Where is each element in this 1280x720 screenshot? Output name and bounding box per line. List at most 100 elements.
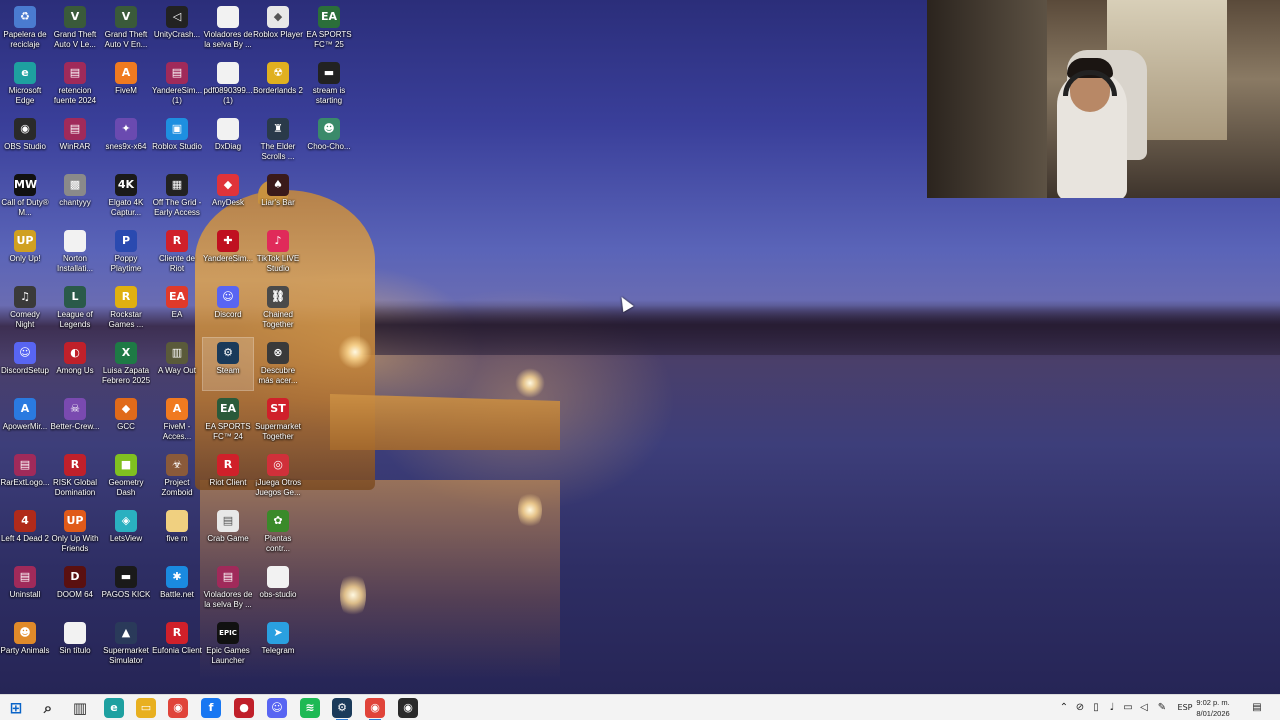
desktop-shortcut[interactable]: R Eufonia Client — [152, 618, 202, 670]
spotify-icon[interactable]: ≋ — [300, 698, 320, 718]
microphone-icon[interactable]: ♩ — [1106, 699, 1118, 717]
desktop-shortcut[interactable]: ◁ UnityCrash... — [152, 2, 202, 54]
edge-icon[interactable]: e — [104, 698, 124, 718]
desktop-shortcut[interactable]: D DOOM 64 — [50, 562, 100, 614]
desktop-shortcut[interactable]: A ApowerMir... — [0, 394, 50, 446]
desktop-shortcut[interactable]: ✱ Battle.net — [152, 562, 202, 614]
desktop-shortcut[interactable]: L League of Legends — [50, 282, 100, 334]
desktop-shortcut[interactable]: ST Supermarket Together — [253, 394, 303, 446]
desktop-shortcut[interactable]: X Luisa Zapata Febrero 2025 — [101, 338, 151, 390]
desktop-shortcut[interactable]: ◉ OBS Studio — [0, 114, 50, 166]
desktop-shortcut[interactable]: ☠ Better-Crew... — [50, 394, 100, 446]
search-icon[interactable]: ⌕ — [38, 698, 58, 718]
speaker-icon[interactable]: ◁ — [1138, 699, 1150, 717]
desktop-shortcut[interactable]: Sin título — [50, 618, 100, 670]
discord-icon[interactable]: ☺ — [267, 698, 287, 718]
desktop-shortcut[interactable]: ▤ YandereSim... (1) — [152, 58, 202, 110]
desktop-shortcut[interactable]: ■ Geometry Dash — [101, 450, 151, 502]
desktop-shortcut[interactable]: ➤ Telegram — [253, 618, 303, 670]
desktop-shortcut[interactable]: ☢ Borderlands 2 — [253, 58, 303, 110]
desktop-shortcut[interactable]: ▤ Uninstall — [0, 562, 50, 614]
desktop-shortcut[interactable]: ☺ Discord — [203, 282, 253, 334]
steam-icon[interactable]: ⚙ — [332, 698, 352, 720]
desktop-shortcut[interactable]: ▤ Violadores de la selva By ... — [203, 562, 253, 614]
desktop-shortcut[interactable]: ◆ AnyDesk — [203, 170, 253, 222]
desktop-shortcut[interactable]: ⛓ Chained Together — [253, 282, 303, 334]
desktop-shortcut[interactable]: Norton Installati... — [50, 226, 100, 278]
desktop-shortcut[interactable]: ▤ WinRAR — [50, 114, 100, 166]
desktop-shortcut[interactable]: ✚ YandereSim... — [203, 226, 253, 278]
desktop-shortcut[interactable]: UP Only Up! — [0, 226, 50, 278]
desktop-shortcut[interactable]: ▩ chantyyy — [50, 170, 100, 222]
yandere-icon: ✚ — [217, 230, 239, 252]
desktop-shortcut[interactable]: V Grand Theft Auto V Le... — [50, 2, 100, 54]
desktop-shortcut[interactable]: ☣ Project Zomboid — [152, 450, 202, 502]
desktop-shortcut[interactable]: 4 Left 4 Dead 2 — [0, 506, 50, 558]
desktop-shortcut[interactable]: R Rockstar Games ... — [101, 282, 151, 334]
desktop-shortcut[interactable]: pdf0890399... (1) — [203, 58, 253, 110]
file-explorer-icon[interactable]: ▭ — [136, 698, 156, 718]
desktop-shortcut[interactable]: V Grand Theft Auto V En... — [101, 2, 151, 54]
usb-icon[interactable]: ▯ — [1090, 699, 1102, 717]
desktop-shortcut[interactable]: EPIC Epic Games Launcher — [203, 618, 253, 670]
network-icon[interactable]: ⊘ — [1074, 699, 1086, 717]
desktop-shortcut[interactable]: ☺ DiscordSetup — [0, 338, 50, 390]
desktop-shortcut[interactable]: five m — [152, 506, 202, 558]
desktop-shortcut[interactable]: e Microsoft Edge — [0, 58, 50, 110]
desktop-shortcut[interactable]: P Poppy Playtime — [101, 226, 151, 278]
desktop-shortcut[interactable]: ▦ Off The Grid - Early Access — [152, 170, 202, 222]
desktop-shortcut-label: Plantas contr... — [264, 534, 292, 553]
desktop-shortcut[interactable]: ◐ Among Us — [50, 338, 100, 390]
desktop-shortcut[interactable]: MW Call of Duty® M... — [0, 170, 50, 222]
desktop-shortcut[interactable]: DxDiag — [203, 114, 253, 166]
chrome-icon[interactable]: ◉ — [365, 698, 385, 720]
desktop-shortcut[interactable]: ♻ Papelera de reciclaje — [0, 2, 50, 54]
desktop-shortcut[interactable]: UP Only Up With Friends — [50, 506, 100, 558]
desktop-shortcut[interactable]: ▣ Roblox Studio — [152, 114, 202, 166]
desktop-shortcut[interactable]: ◈ LetsView — [101, 506, 151, 558]
desktop-shortcut[interactable]: ♜ The Elder Scrolls ... — [253, 114, 303, 166]
pen-icon[interactable]: ✎ — [1156, 699, 1168, 717]
desktop-shortcut[interactable]: ▤ Crab Game — [203, 506, 253, 558]
desktop-shortcut[interactable]: ◎ ¡Juega Otros Juegos Ge... — [253, 450, 303, 502]
desktop-shortcut-label: Comedy Night — [10, 310, 40, 329]
desktop-shortcut[interactable]: ⊗ Descubre más acer... — [253, 338, 303, 390]
desktop-shortcut[interactable]: EA EA SPORTS FC™ 25 — [304, 2, 354, 54]
desktop-shortcut[interactable]: R Riot Client — [203, 450, 253, 502]
desktop-shortcut[interactable]: EA EA — [152, 282, 202, 334]
desktop-shortcut[interactable]: ♪ TikTok LIVE Studio — [253, 226, 303, 278]
desktop-shortcut[interactable]: R RISK Global Domination — [50, 450, 100, 502]
chrome-icon[interactable]: ◉ — [168, 698, 188, 718]
desktop-shortcut[interactable]: ♠ Liar's Bar — [253, 170, 303, 222]
desktop-shortcut[interactable]: R Cliente de Riot — [152, 226, 202, 278]
desktop-shortcut[interactable]: ▲ Supermarket Simulator — [101, 618, 151, 670]
desktop-shortcut[interactable]: A FiveM — [101, 58, 151, 110]
system-clock[interactable]: 9:02 p. m. 8/01/2026 — [1192, 697, 1234, 719]
desktop-shortcut[interactable]: ▤ retencion fuente 2024 — [50, 58, 100, 110]
desktop-shortcut[interactable]: obs-studio — [253, 562, 303, 614]
desktop-shortcut[interactable]: ▥ A Way Out — [152, 338, 202, 390]
facebook-icon[interactable]: f — [201, 698, 221, 718]
desktop-shortcut[interactable]: ▬ stream is starting — [304, 58, 354, 110]
chevron-up-icon[interactable]: ⌃ — [1058, 699, 1070, 717]
desktop-shortcut[interactable]: ◆ Roblox Player — [253, 2, 303, 54]
desktop-shortcut[interactable]: Violadores de la selva By ... — [203, 2, 253, 54]
display-icon[interactable]: ▭ — [1122, 699, 1134, 717]
desktop-shortcut[interactable]: ✦ snes9x-x64 — [101, 114, 151, 166]
notification-icon[interactable]: ▤ — [1250, 699, 1264, 717]
desktop-shortcut[interactable]: ▤ RarExtLogo... — [0, 450, 50, 502]
desktop-shortcut[interactable]: ☻ Choo-Cho... — [304, 114, 354, 166]
desktop-shortcut[interactable]: 4K Elgato 4K Captur... — [101, 170, 151, 222]
desktop-shortcut[interactable]: EA EA SPORTS FC™ 24 — [203, 394, 253, 446]
desktop-shortcut[interactable]: ▬ PAGOS KICK — [101, 562, 151, 614]
windows-start-icon[interactable]: ⊞ — [6, 698, 26, 718]
desktop-shortcut[interactable]: ♫ Comedy Night — [0, 282, 50, 334]
desktop-shortcut[interactable]: ✿ Plantas contr... — [253, 506, 303, 558]
desktop-shortcut[interactable]: A FiveM - Acces... — [152, 394, 202, 446]
obs-icon[interactable]: ◉ — [398, 698, 418, 718]
desktop-shortcut[interactable]: ⚙ Steam — [202, 337, 254, 391]
desktop-shortcut[interactable]: ☻ Party Animals — [0, 618, 50, 670]
record-app-icon[interactable]: ● — [234, 698, 254, 718]
task-view-icon[interactable]: ▥ — [70, 698, 90, 718]
desktop-shortcut[interactable]: ◆ GCC — [101, 394, 151, 446]
